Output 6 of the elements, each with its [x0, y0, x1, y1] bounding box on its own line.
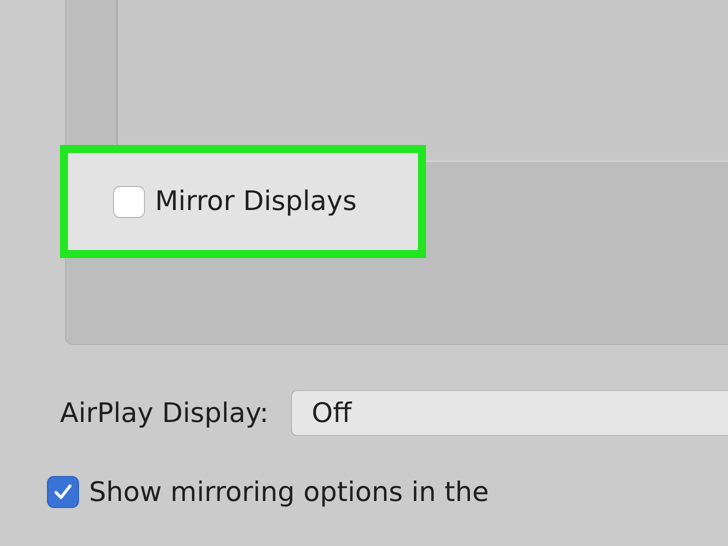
- airplay-display-dropdown[interactable]: Off: [290, 390, 728, 436]
- airplay-display-label: AirPlay Display:: [60, 398, 269, 428]
- show-mirroring-checkbox[interactable]: [47, 476, 79, 508]
- mirror-displays-label: Mirror Displays: [155, 186, 357, 217]
- mirror-displays-checkbox[interactable]: [113, 186, 145, 218]
- show-mirroring-label: Show mirroring options in the: [89, 476, 489, 508]
